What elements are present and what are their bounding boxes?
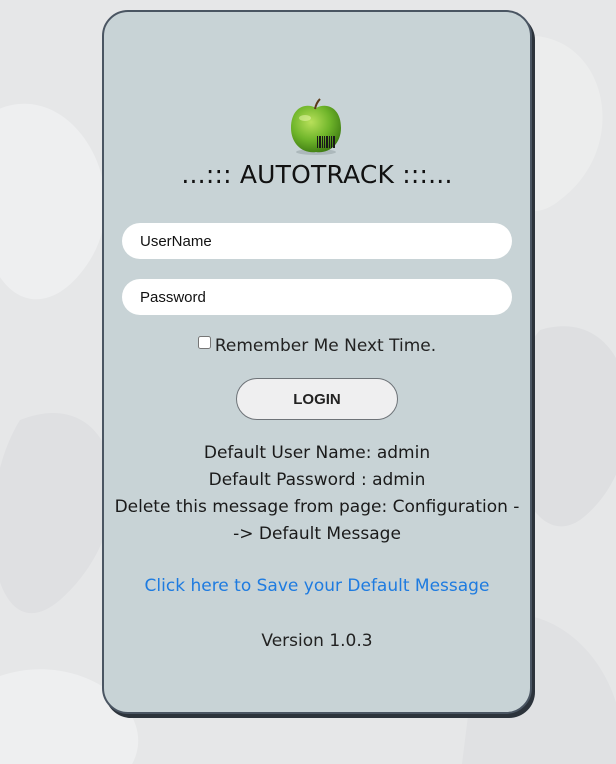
- default-password-text: Default Password : admin: [208, 470, 426, 490]
- version-text: Version 1.0.3: [261, 631, 373, 651]
- default-credentials-info: Default User Name: admin Default Passwor…: [114, 440, 520, 548]
- default-user-text: Default User Name: admin: [203, 443, 431, 463]
- remember-me-checkbox[interactable]: [197, 336, 211, 349]
- remember-me-row: Remember Me Next Time.: [104, 336, 530, 356]
- green-apple-barcode-icon: [291, 98, 341, 155]
- save-default-message-link[interactable]: Click here to Save your Default Message: [104, 576, 530, 596]
- delete-message-text: Delete this message from page: Configura…: [114, 497, 520, 544]
- login-button[interactable]: LOGIN: [236, 378, 398, 420]
- password-input[interactable]: [122, 279, 512, 315]
- username-input[interactable]: [122, 223, 512, 259]
- remember-me-label: Remember Me Next Time.: [214, 336, 437, 356]
- app-title: ...::: AUTOTRACK :::...: [181, 160, 453, 189]
